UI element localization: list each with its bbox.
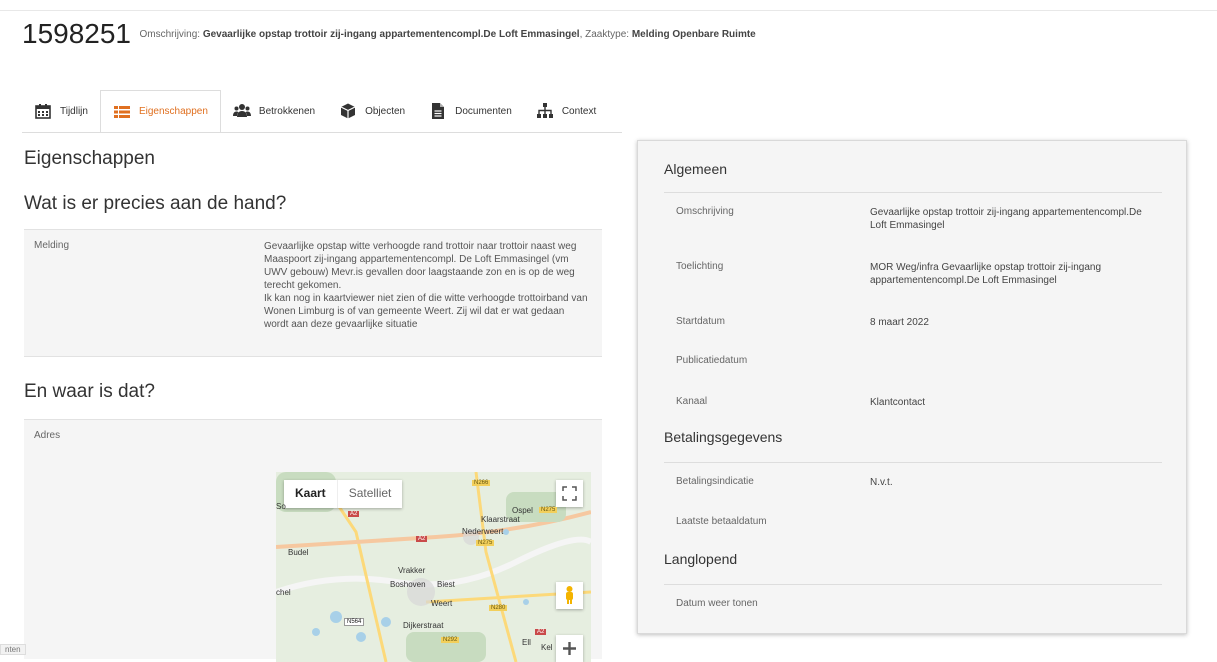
tab-label: Tijdlijn [60,105,88,117]
zoom-in-button[interactable] [556,635,583,662]
betalingsindicatie-value: N.v.t. [870,477,893,488]
road-tag: A2 [348,511,360,517]
case-number: 1598251 [22,18,132,49]
melding-label: Melding [34,240,70,251]
tab-objecten[interactable]: Objecten [327,90,417,132]
page-title: Eigenschappen [24,148,155,169]
plus-icon [563,642,576,655]
road-tag: N266 [472,480,491,486]
tabs-divider [22,132,622,133]
map-label: Dijkerstraat [403,621,444,630]
properties-panel: Algemeen Omschrijving Gevaarlijke opstap… [637,140,1187,634]
road-tag: A2 [535,629,547,635]
pegman-icon [566,586,573,604]
bottom-left-badge: nten [0,644,26,655]
map-label: Vrakker [398,566,426,575]
adres-label: Adres [34,430,61,441]
map-label: So [276,502,286,511]
road-tag: N275 [476,540,495,546]
divider [664,584,1162,585]
publicatiedatum-label: Publicatiedatum [676,355,748,366]
tab-eigenschappen[interactable]: Eigenschappen [99,90,221,133]
map-label: Ell [522,638,531,647]
road-tag: N564 [344,618,365,626]
map-satelliet-button[interactable]: Satelliet [336,480,403,508]
cube-icon [340,103,356,119]
melding-row: Melding Gevaarlijke opstap witte verhoog… [24,229,602,357]
omschrijving-label: Omschrijving: [139,28,201,40]
map-label: Klaarstraat [481,515,520,524]
melding-text-2: Ik kan nog in kaartviewer niet zien of d… [264,293,588,330]
section-algemeen: Algemeen [664,161,728,177]
laatste-betaaldatum-label: Laatste betaaldatum [676,516,767,527]
map-kaart-button[interactable]: Kaart [284,480,337,508]
tab-betrokkenen[interactable]: Betrokkenen [221,90,327,132]
case-header: 1598251 Omschrijving: Gevaarlijke opstap… [22,18,756,50]
map-label: Kel [541,643,553,652]
top-bar [0,0,1217,11]
list-icon [113,105,130,118]
tab-label: Betrokkenen [258,105,316,117]
startdatum-value: 8 maart 2022 [870,317,929,328]
case-meta: Omschrijving: Gevaarlijke opstap trottoi… [139,28,756,40]
tab-context[interactable]: Context [524,90,608,132]
section-heading-where: En waar is dat? [24,381,155,402]
tab-label: Eigenschappen [138,106,208,117]
map-label: Weert [431,599,453,608]
fullscreen-button[interactable] [556,480,583,507]
divider [664,192,1162,193]
calendar-icon [35,104,51,119]
address-map[interactable]: Kaart Satelliet Ospel Klaarstraat Nederw… [276,472,591,662]
tab-label: Objecten [365,105,406,117]
map-label: Nederweert [462,527,504,536]
map-label: Ospel [512,506,533,515]
map-type-control: Kaart Satelliet [284,480,403,508]
tab-label: Context [561,105,597,117]
document-icon [432,103,445,119]
sitemap-icon [536,103,553,118]
omschrijving-value: Gevaarlijke opstap trottoir zij-ingang a… [202,28,580,40]
section-heading-what: Wat is er precies aan de hand? [24,193,287,214]
datum-weer-tonen-label: Datum weer tonen [676,598,758,609]
divider [664,462,1162,463]
users-icon [232,104,251,117]
road-tag: N275 [539,507,558,513]
section-betalingsgegevens: Betalingsgegevens [664,429,783,445]
road-tag: N280 [489,605,508,611]
betalingsindicatie-label: Betalingsindicatie [676,476,754,487]
zaaktype-value: Melding Openbare Ruimte [631,28,756,40]
kanaal-label: Kanaal [676,396,708,407]
road-tag: A2 [416,536,428,542]
map-label: Biest [437,580,455,589]
melding-text-1: Gevaarlijke opstap witte verhoogde rand … [264,241,577,291]
zaaktype-label: Zaaktype: [585,28,630,40]
melding-value: Gevaarlijke opstap witte verhoogde rand … [264,230,602,356]
map-label: Budel [288,548,309,557]
tab-bar: Tijdlijn Eigenschappen Betrokkenen Objec… [22,90,608,133]
road-tag: N292 [441,637,460,643]
toelichting-value: MOR Weg/infra Gevaarlijke opstap trottoi… [870,262,1102,286]
omschrijving-label: Omschrijving [676,206,734,217]
omschrijving-value: Gevaarlijke opstap trottoir zij-ingang a… [870,207,1142,231]
map-label: Boshoven [390,580,426,589]
fullscreen-icon [562,486,577,501]
section-langlopend: Langlopend [664,551,738,567]
street-view-pegman[interactable] [556,582,583,609]
tab-documenten[interactable]: Documenten [417,90,524,132]
map-label: chel [276,588,291,597]
startdatum-label: Startdatum [676,316,725,327]
toelichting-label: Toelichting [676,261,724,272]
tab-tijdlijn[interactable]: Tijdlijn [22,90,100,132]
tab-label: Documenten [455,105,512,117]
kanaal-value: Klantcontact [870,397,926,408]
